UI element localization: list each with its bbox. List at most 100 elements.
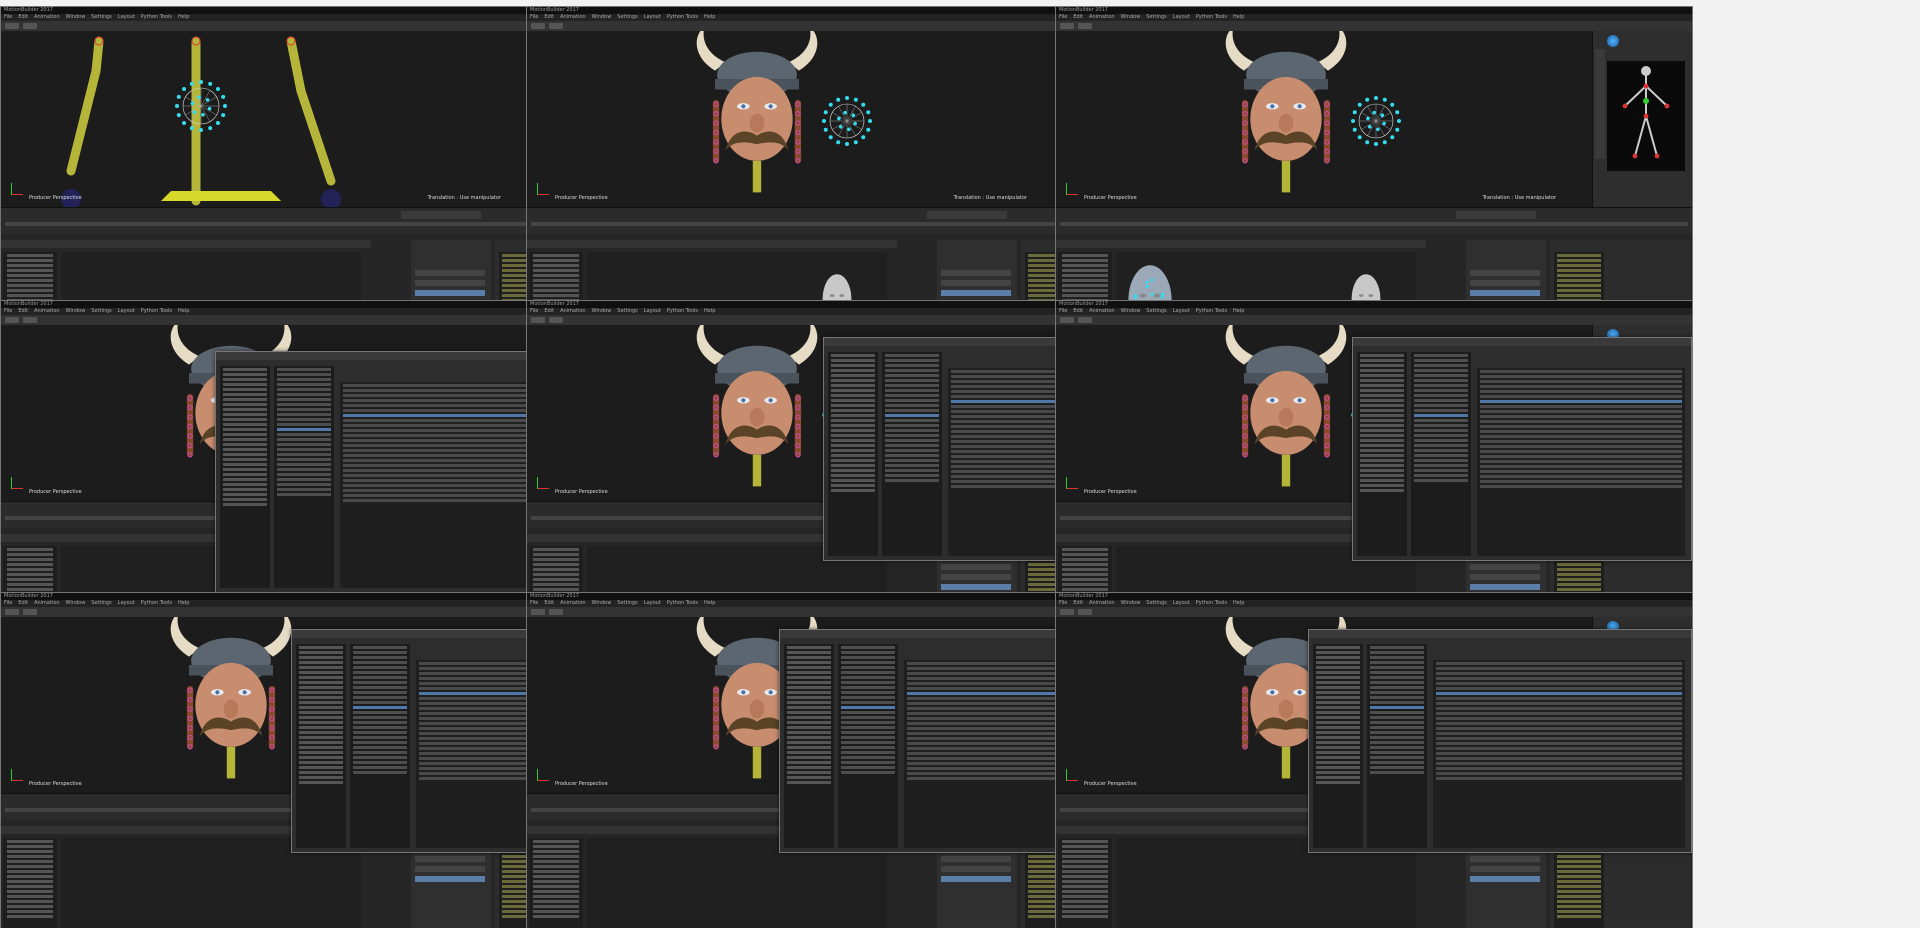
menu-item-window[interactable]: Window <box>592 14 612 20</box>
transport-controls[interactable] <box>401 211 481 219</box>
scene-tree[interactable] <box>296 644 346 848</box>
menu-item-help[interactable]: Help <box>1233 600 1244 606</box>
menu-item-edit[interactable]: Edit <box>544 308 554 314</box>
menu-item-file[interactable]: File <box>1059 14 1067 20</box>
toolbar-button[interactable] <box>23 317 37 323</box>
menu-bar[interactable]: File Edit Animation Window Settings Layout Pyt… <box>1056 600 1692 607</box>
viewer-3d[interactable]: Producer Perspective Translation : Use ma… <box>1 31 537 207</box>
animation-layer-row[interactable] <box>415 866 485 872</box>
menu-item-help[interactable]: Help <box>1233 14 1244 20</box>
face-groups-list[interactable] <box>274 366 334 588</box>
face-groups-list[interactable] <box>838 644 898 848</box>
menu-item-layout[interactable]: Layout <box>118 14 135 20</box>
transport-controls[interactable] <box>927 211 1007 219</box>
time-slider[interactable] <box>1060 222 1688 226</box>
navigator-tree[interactable] <box>1058 838 1112 928</box>
navigator-tabs[interactable] <box>527 240 897 248</box>
scene-tree[interactable] <box>1313 644 1363 848</box>
animation-layer-row[interactable] <box>415 290 485 296</box>
navigator-tabs[interactable] <box>1309 630 1691 638</box>
menu-item-edit[interactable]: Edit <box>544 600 554 606</box>
navigator-tabs[interactable] <box>1 240 371 248</box>
animation-layer-row[interactable] <box>1470 290 1540 296</box>
menu-item-animation[interactable]: Animation <box>1089 600 1115 606</box>
scene-tree[interactable] <box>1357 352 1407 556</box>
face-groups-list[interactable] <box>1411 352 1471 556</box>
animation-layer-row[interactable] <box>1470 856 1540 862</box>
menu-item-python-tools[interactable]: Python Tools <box>141 308 172 314</box>
menu-item-animation[interactable]: Animation <box>1089 14 1115 20</box>
menu-item-edit[interactable]: Edit <box>18 600 28 606</box>
menu-item-file[interactable]: File <box>4 600 12 606</box>
menu-item-file[interactable]: File <box>530 14 538 20</box>
menu-item-python-tools[interactable]: Python Tools <box>1196 600 1227 606</box>
menu-item-animation[interactable]: Animation <box>560 14 586 20</box>
menu-item-settings[interactable]: Settings <box>91 308 112 314</box>
menu-item-help[interactable]: Help <box>704 14 715 20</box>
menu-item-layout[interactable]: Layout <box>1173 14 1190 20</box>
toolbar-button[interactable] <box>1060 23 1074 29</box>
menu-item-edit[interactable]: Edit <box>18 308 28 314</box>
navigator-floating-window[interactable] <box>1308 629 1692 853</box>
menu-item-help[interactable]: Help <box>178 600 189 606</box>
menu-item-animation[interactable]: Animation <box>34 14 60 20</box>
menu-item-animation[interactable]: Animation <box>1089 308 1115 314</box>
menu-item-window[interactable]: Window <box>592 308 612 314</box>
menu-item-animation[interactable]: Animation <box>34 308 60 314</box>
menu-item-layout[interactable]: Layout <box>644 308 661 314</box>
menu-item-python-tools[interactable]: Python Tools <box>141 14 172 20</box>
animation-layer-row[interactable] <box>415 280 485 286</box>
menu-item-animation[interactable]: Animation <box>560 308 586 314</box>
scene-tree[interactable] <box>784 644 834 848</box>
animation-layer-row[interactable] <box>941 564 1011 570</box>
character-controls-panel[interactable] <box>1592 31 1692 207</box>
menu-item-file[interactable]: File <box>4 308 12 314</box>
animation-layer-row[interactable] <box>941 290 1011 296</box>
animation-layer-row[interactable] <box>1470 866 1540 872</box>
menu-item-help[interactable]: Help <box>178 14 189 20</box>
menu-item-help[interactable]: Help <box>178 308 189 314</box>
character-tools-strip[interactable] <box>1595 49 1605 159</box>
menu-item-layout[interactable]: Layout <box>1173 600 1190 606</box>
menu-item-window[interactable]: Window <box>66 600 86 606</box>
menu-item-layout[interactable]: Layout <box>644 14 661 20</box>
menu-item-help[interactable]: Help <box>1233 308 1244 314</box>
character-figure-panel[interactable] <box>1607 61 1685 171</box>
toolbar-button[interactable] <box>549 23 563 29</box>
menu-item-file[interactable]: File <box>4 14 12 20</box>
menu-item-settings[interactable]: Settings <box>1146 600 1167 606</box>
menu-item-python-tools[interactable]: Python Tools <box>667 600 698 606</box>
navigator-floating-window[interactable] <box>1352 337 1692 561</box>
menu-bar[interactable]: File Edit Animation Window Settings Layout Pyt… <box>1056 308 1692 315</box>
menu-item-window[interactable]: Window <box>1121 308 1141 314</box>
viewer-3d[interactable]: Producer Perspective Translation : Use ma… <box>1056 31 1592 207</box>
animation-layer-row[interactable] <box>941 584 1011 590</box>
menu-item-settings[interactable]: Settings <box>617 14 638 20</box>
scene-tree[interactable] <box>828 352 878 556</box>
menu-bar[interactable]: File Edit Animation Window Settings Layout Pyt… <box>1056 14 1692 21</box>
face-groups-list[interactable] <box>1367 644 1427 848</box>
menu-item-settings[interactable]: Settings <box>91 14 112 20</box>
shapes-table[interactable] <box>1477 368 1685 556</box>
menu-item-python-tools[interactable]: Python Tools <box>141 600 172 606</box>
toolbar-button[interactable] <box>23 609 37 615</box>
shapes-table[interactable] <box>1433 660 1685 848</box>
animation-layer-row[interactable] <box>941 866 1011 872</box>
menu-item-edit[interactable]: Edit <box>1073 308 1083 314</box>
animation-layer-row[interactable] <box>941 270 1011 276</box>
transport-controls[interactable] <box>1456 211 1536 219</box>
animation-layer-row[interactable] <box>1470 574 1540 580</box>
menu-item-window[interactable]: Window <box>66 14 86 20</box>
face-groups-list[interactable] <box>882 352 942 556</box>
toolbar-button[interactable] <box>1060 609 1074 615</box>
toolbar-button[interactable] <box>5 317 19 323</box>
animation-layer-row[interactable] <box>415 856 485 862</box>
menu-item-file[interactable]: File <box>1059 308 1067 314</box>
menu-item-window[interactable]: Window <box>66 308 86 314</box>
animation-layer-row[interactable] <box>1470 584 1540 590</box>
scene-tree[interactable] <box>220 366 270 588</box>
menu-item-window[interactable]: Window <box>592 600 612 606</box>
navigator-tree[interactable] <box>529 838 583 928</box>
menu-item-window[interactable]: Window <box>1121 14 1141 20</box>
menu-item-file[interactable]: File <box>530 308 538 314</box>
